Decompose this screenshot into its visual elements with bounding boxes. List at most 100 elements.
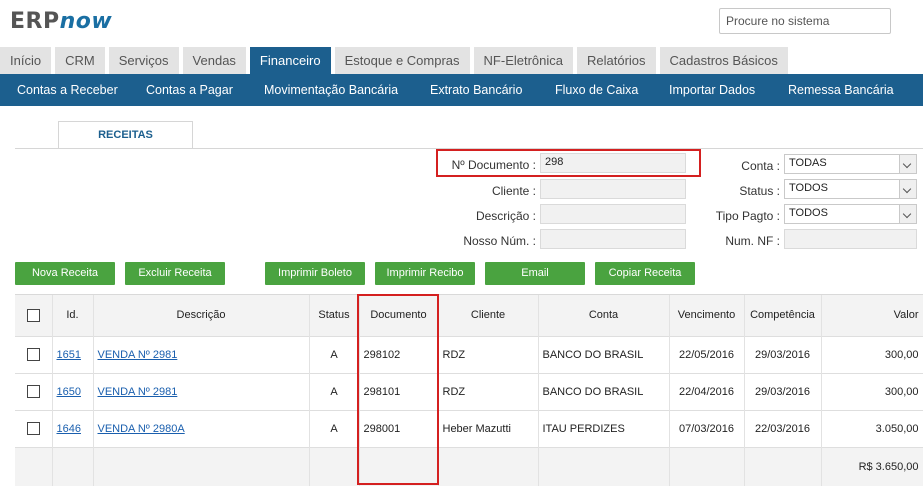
cell-conta: ITAU PERDIZES [538, 410, 670, 447]
cell-descricao: VENDA Nº 2981 [93, 336, 310, 373]
cell-vencimento: 07/03/2016 [669, 410, 745, 447]
documento-highlight [436, 149, 701, 177]
conta-select[interactable]: TODAS [784, 154, 917, 174]
tab-relatorios[interactable]: Relatórios [577, 47, 656, 74]
descricao-field[interactable] [540, 204, 686, 224]
total-value: R$ 3.650,00 [821, 447, 923, 486]
tab-vendas[interactable]: Vendas [182, 47, 246, 74]
excluir-receita-button[interactable]: Excluir Receita [125, 262, 225, 285]
nosso-numero-field[interactable] [540, 229, 686, 249]
cell-descricao: VENDA Nº 2980A [93, 410, 310, 447]
cell-competencia: 29/03/2016 [744, 373, 822, 410]
logo-now-text: now [59, 9, 113, 34]
main-tabs: Início CRM Serviços Vendas Financeiro Es… [0, 47, 792, 74]
table-total-row: R$ 3.650,00 [15, 447, 923, 486]
table-row[interactable]: 1651 VENDA Nº 2981 A 298102 RDZ BANCO DO… [15, 336, 923, 373]
tab-servicos[interactable]: Serviços [108, 47, 179, 74]
descricao-link[interactable]: VENDA Nº 2981 [98, 349, 178, 361]
table-header-row: Id. Descrição Status Documento Cliente C… [15, 295, 923, 336]
nova-receita-button[interactable]: Nova Receita [15, 262, 115, 285]
row-checkbox[interactable] [15, 373, 53, 410]
chevron-down-icon [899, 180, 916, 198]
descricao-link[interactable]: VENDA Nº 2981 [98, 386, 178, 398]
chevron-down-icon [899, 205, 916, 223]
subnav-fluxo-caixa[interactable]: Fluxo de Caixa [555, 74, 638, 107]
header-status[interactable]: Status [309, 295, 360, 336]
tab-inicio[interactable]: Início [0, 47, 52, 74]
header-id[interactable]: Id. [52, 295, 94, 336]
descricao-label: Descrição : [475, 209, 536, 223]
header-cliente[interactable]: Cliente [438, 295, 539, 336]
subnav-contas-pagar[interactable]: Contas a Pagar [146, 74, 233, 107]
cell-id: 1650 [52, 373, 94, 410]
checkbox-icon [26, 348, 40, 361]
id-link[interactable]: 1646 [57, 423, 81, 435]
tipo-pagto-label: Tipo Pagto : [715, 209, 780, 223]
empty-cell [538, 447, 670, 486]
cliente-field[interactable] [540, 179, 686, 199]
id-link[interactable]: 1651 [57, 349, 81, 361]
descricao-link[interactable]: VENDA Nº 2980A [98, 423, 185, 435]
tipo-pagto-select-value: TODOS [789, 207, 828, 219]
conta-select-value: TODAS [789, 157, 827, 169]
status-select-value: TODOS [789, 182, 828, 194]
checkbox-icon [26, 422, 40, 435]
table-row[interactable]: 1646 VENDA Nº 2980A A 298001 Heber Mazut… [15, 410, 923, 447]
email-button[interactable]: Email [485, 262, 585, 285]
empty-cell [52, 447, 94, 486]
header-valor[interactable]: Valor [821, 295, 923, 336]
header-competencia[interactable]: Competência [744, 295, 822, 336]
subnav-extrato-bancario[interactable]: Extrato Bancário [430, 74, 522, 107]
cell-id: 1651 [52, 336, 94, 373]
tipo-pagto-select[interactable]: TODOS [784, 204, 917, 224]
cell-status: A [309, 336, 360, 373]
cell-competencia: 22/03/2016 [744, 410, 822, 447]
empty-cell [309, 447, 360, 486]
cliente-label: Cliente : [491, 184, 536, 198]
sub-navigation: Contas a Receber Contas a Pagar Moviment… [0, 74, 923, 106]
erpnow-logo[interactable]: ERPnow [10, 10, 112, 34]
checkbox-icon [26, 308, 40, 322]
tab-receitas[interactable]: RECEITAS [58, 121, 193, 149]
cell-vencimento: 22/04/2016 [669, 373, 745, 410]
search-input[interactable] [719, 8, 891, 34]
header-vencimento[interactable]: Vencimento [669, 295, 745, 336]
cell-status: A [309, 373, 360, 410]
empty-cell [93, 447, 310, 486]
tab-crm[interactable]: CRM [55, 47, 105, 74]
tab-estoque-compras[interactable]: Estoque e Compras [334, 47, 470, 74]
empty-cell [744, 447, 822, 486]
cell-status: A [309, 410, 360, 447]
header-conta[interactable]: Conta [538, 295, 670, 336]
row-checkbox[interactable] [15, 336, 53, 373]
logo-erp-text: ERP [10, 9, 60, 34]
imprimir-boleto-button[interactable]: Imprimir Boleto [265, 262, 365, 285]
select-all-checkbox[interactable] [15, 295, 53, 336]
chevron-down-icon [899, 155, 916, 173]
num-nf-field[interactable] [784, 229, 917, 249]
conta-label: Conta : [741, 159, 780, 173]
checkbox-icon [26, 385, 40, 398]
documento-column-highlight [357, 294, 439, 485]
imprimir-recibo-button[interactable]: Imprimir Recibo [375, 262, 475, 285]
row-checkbox[interactable] [15, 410, 53, 447]
table-row[interactable]: 1650 VENDA Nº 2981 A 298101 RDZ BANCO DO… [15, 373, 923, 410]
tab-cadastros-basicos[interactable]: Cadastros Básicos [659, 47, 788, 74]
subnav-contas-receber[interactable]: Contas a Receber [17, 74, 118, 107]
cell-valor: 300,00 [821, 336, 923, 373]
status-select[interactable]: TODOS [784, 179, 917, 199]
header-descricao[interactable]: Descrição [93, 295, 310, 336]
cell-conta: BANCO DO BRASIL [538, 373, 670, 410]
subnav-importar-dados[interactable]: Importar Dados [669, 74, 755, 107]
empty-cell [669, 447, 745, 486]
subnav-remessa-bancaria[interactable]: Remessa Bancária [788, 74, 894, 107]
id-link[interactable]: 1650 [57, 386, 81, 398]
status-label: Status : [739, 184, 780, 198]
cell-conta: BANCO DO BRASIL [538, 336, 670, 373]
tab-nf-eletronica[interactable]: NF-Eletrônica [473, 47, 573, 74]
subnav-movimentacao-bancaria[interactable]: Movimentação Bancária [264, 74, 398, 107]
tab-financeiro[interactable]: Financeiro [249, 47, 331, 74]
num-nf-label: Num. NF : [725, 234, 780, 248]
copiar-receita-button[interactable]: Copiar Receita [595, 262, 695, 285]
cell-competencia: 29/03/2016 [744, 336, 822, 373]
